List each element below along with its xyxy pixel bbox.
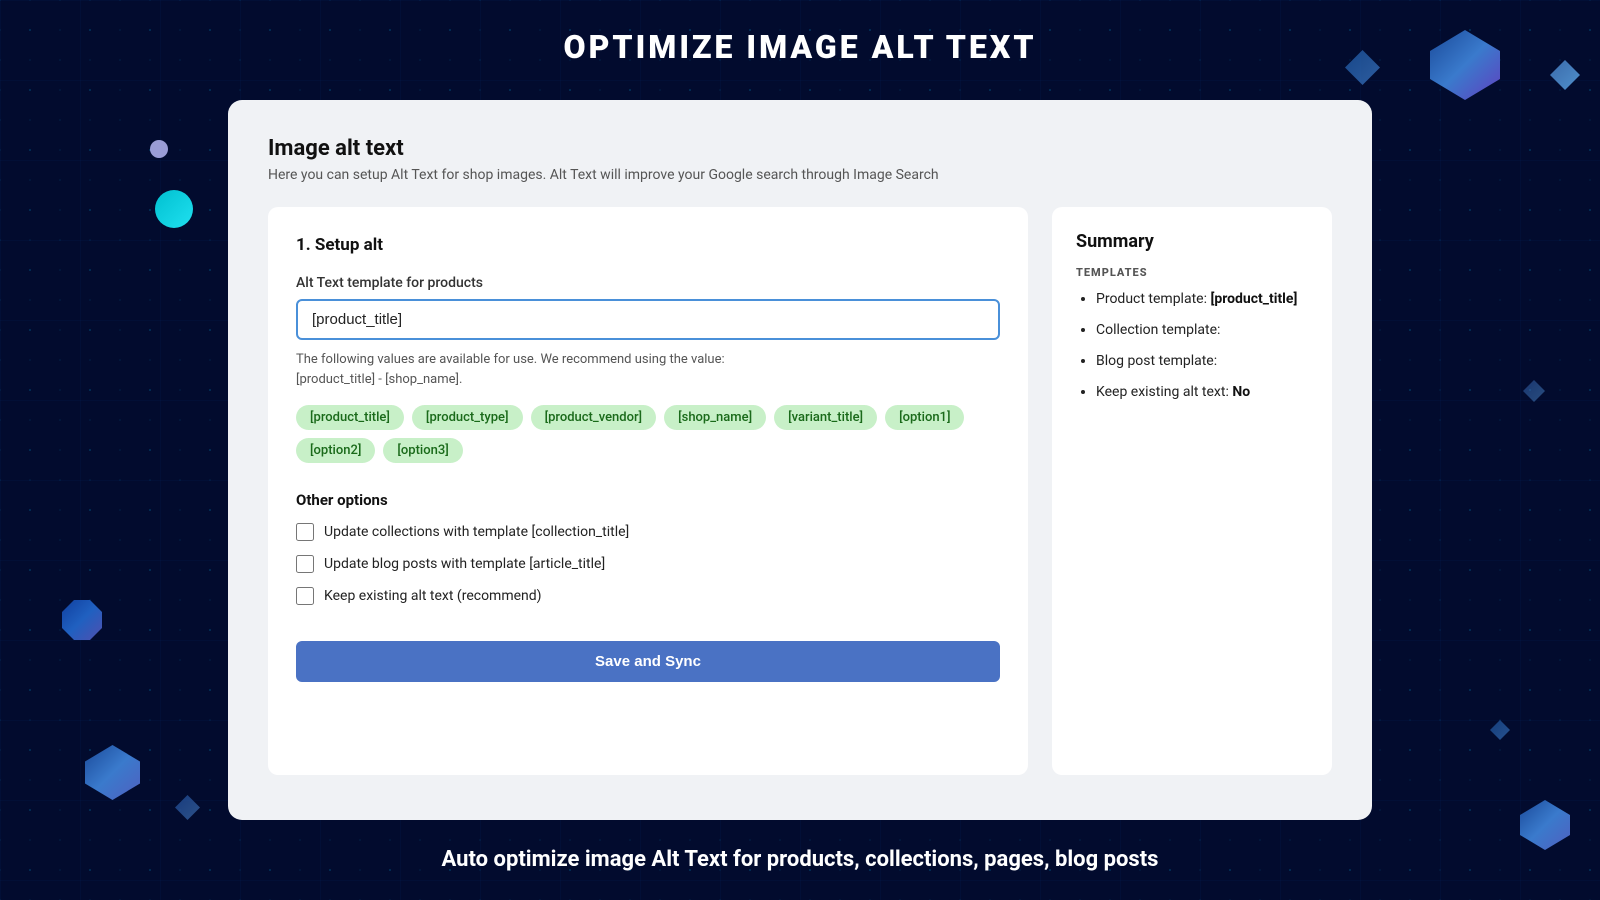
card-title: Image alt text bbox=[268, 136, 1332, 161]
left-panel: 1. Setup alt Alt Text template for produ… bbox=[268, 207, 1028, 775]
tag-option3[interactable]: [option3] bbox=[383, 438, 462, 463]
checkbox-existing[interactable] bbox=[296, 587, 314, 605]
tag-option2[interactable]: [option2] bbox=[296, 438, 375, 463]
checkbox-existing-label[interactable]: Keep existing alt text (recommend) bbox=[324, 588, 542, 604]
page-title: OPTIMIZE IMAGE ALT TEXT bbox=[563, 28, 1036, 66]
checkbox-row-blog: Update blog posts with template [article… bbox=[296, 555, 1000, 573]
summary-item-existing-value: No bbox=[1232, 384, 1250, 400]
summary-item-collection: Collection template: bbox=[1096, 320, 1308, 341]
tag-product-type[interactable]: [product_type] bbox=[412, 405, 523, 430]
checkbox-collections-label[interactable]: Update collections with template [collec… bbox=[324, 524, 629, 540]
field-label: Alt Text template for products bbox=[296, 275, 1000, 291]
bottom-tagline-text: Auto optimize image Alt Text for product… bbox=[442, 847, 1159, 872]
summary-item-product: Product template: [product_title] bbox=[1096, 289, 1308, 310]
content-row: 1. Setup alt Alt Text template for produ… bbox=[268, 207, 1332, 775]
tag-product-vendor[interactable]: [product_vendor] bbox=[531, 405, 657, 430]
tag-shop-name[interactable]: [shop_name] bbox=[664, 405, 766, 430]
summary-item-product-value: [product_title] bbox=[1210, 291, 1297, 307]
gem-left-mid2 bbox=[62, 600, 102, 640]
summary-title: Summary bbox=[1076, 231, 1308, 252]
template-input[interactable] bbox=[296, 299, 1000, 340]
tag-option1[interactable]: [option1] bbox=[885, 405, 964, 430]
gem-left-top bbox=[150, 140, 168, 158]
summary-list: Product template: [product_title] Collec… bbox=[1076, 289, 1308, 403]
summary-panel: Summary TEMPLATES Product template: [pro… bbox=[1052, 207, 1332, 775]
save-and-sync-button[interactable]: Save and Sync bbox=[296, 641, 1000, 682]
bottom-tagline-bar: Auto optimize image Alt Text for product… bbox=[0, 847, 1600, 900]
gem-left-mid bbox=[155, 190, 193, 228]
card-subtitle: Here you can setup Alt Text for shop ima… bbox=[268, 167, 1332, 183]
summary-section-label: TEMPLATES bbox=[1076, 266, 1308, 279]
page-title-bar: OPTIMIZE IMAGE ALT TEXT bbox=[0, 0, 1600, 66]
summary-item-blog-label: Blog post template: bbox=[1096, 353, 1217, 369]
main-card: Image alt text Here you can setup Alt Te… bbox=[228, 100, 1372, 820]
helper-text: The following values are available for u… bbox=[296, 350, 1000, 389]
other-options-title: Other options bbox=[296, 491, 1000, 509]
checkbox-blog[interactable] bbox=[296, 555, 314, 573]
summary-item-existing-label: Keep existing alt text: bbox=[1096, 384, 1232, 400]
checkbox-collections[interactable] bbox=[296, 523, 314, 541]
summary-item-blog: Blog post template: bbox=[1096, 351, 1308, 372]
checkbox-row-collections: Update collections with template [collec… bbox=[296, 523, 1000, 541]
summary-item-collection-label: Collection template: bbox=[1096, 322, 1220, 338]
checkbox-blog-label[interactable]: Update blog posts with template [article… bbox=[324, 556, 605, 572]
summary-item-product-label: Product template: bbox=[1096, 291, 1210, 307]
checkbox-row-existing: Keep existing alt text (recommend) bbox=[296, 587, 1000, 605]
tag-variant-title[interactable]: [variant_title] bbox=[774, 405, 877, 430]
setup-section-title: 1. Setup alt bbox=[296, 235, 1000, 255]
tags-row: [product_title] [product_type] [product_… bbox=[296, 405, 1000, 463]
summary-item-existing: Keep existing alt text: No bbox=[1096, 382, 1308, 403]
tag-product-title[interactable]: [product_title] bbox=[296, 405, 404, 430]
